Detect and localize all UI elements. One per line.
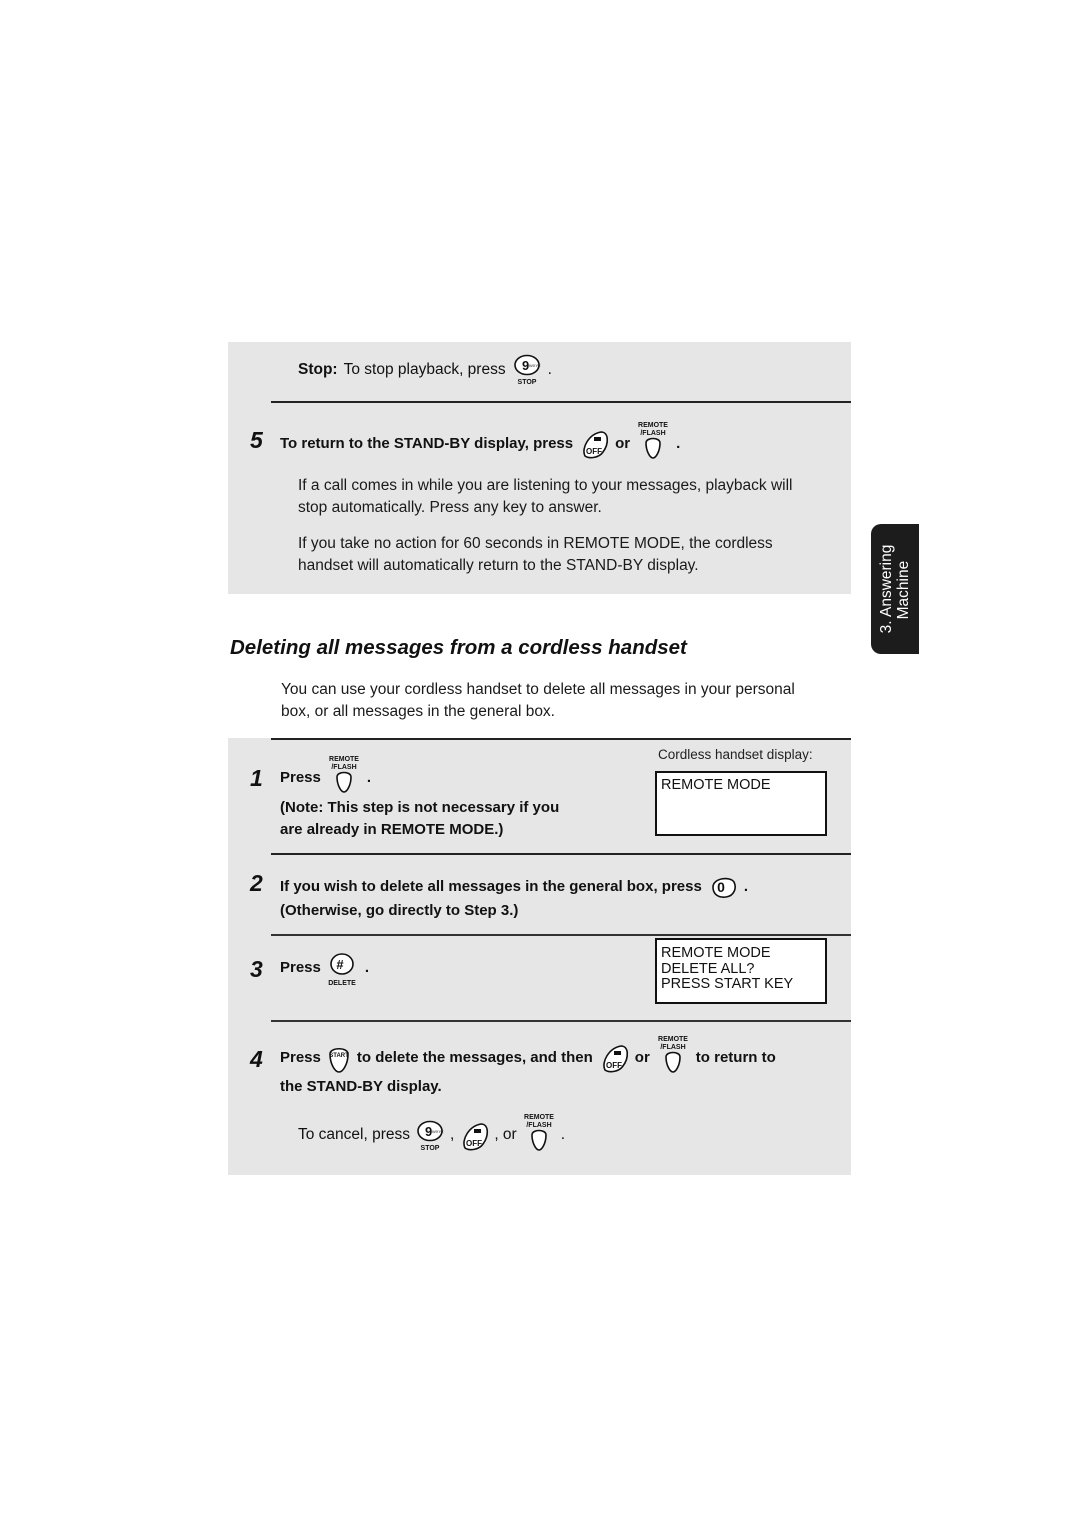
section-intro: You can use your cordless handset to del…: [281, 681, 795, 720]
stop-key-icon: 9 WXYZ STOP: [415, 1120, 445, 1152]
display-caption: Cordless handset display:: [658, 747, 813, 762]
svg-text:STOP: STOP: [421, 1145, 440, 1152]
svg-text:/FLASH: /FLASH: [331, 764, 356, 771]
step-3-number: 3: [250, 956, 263, 982]
step-5-number: 5: [250, 427, 263, 453]
step-2-note: (Otherwise, go directly to Step 3.): [280, 902, 519, 919]
remote-flash-key-icon: REMOTE /FLASH: [327, 754, 361, 794]
svg-text:WXYZ: WXYZ: [432, 1129, 444, 1134]
stop-key-icon: 9 WXYZ STOP: [512, 354, 542, 386]
step-5-text: To return to the STAND-BY display, press…: [280, 420, 680, 460]
svg-text:DELETE: DELETE: [328, 980, 356, 987]
paragraph-incoming-call: If a call comes in while you are listeni…: [298, 477, 793, 516]
svg-text:REMOTE: REMOTE: [658, 1036, 688, 1043]
svg-text:OFF: OFF: [606, 1061, 622, 1070]
paragraph-timeout: If you take no action for 60 seconds in …: [298, 535, 773, 574]
remote-flash-key-icon: REMOTE /FLASH: [636, 420, 670, 460]
svg-text:/FLASH: /FLASH: [526, 1122, 551, 1129]
chapter-tab-label: 3. Answering Machine: [878, 544, 912, 634]
delete-steps-panel: Cordless handset display: 1 Press REMOTE…: [228, 738, 851, 1175]
off-key-icon: OFF: [459, 1120, 489, 1152]
step-4-number: 4: [250, 1046, 263, 1072]
divider: [271, 401, 851, 403]
off-key-icon: OFF: [599, 1042, 629, 1074]
handset-display-3: REMOTE MODE DELETE ALL? PRESS START KEY: [655, 938, 827, 1004]
divider: [271, 738, 851, 740]
step-4-text: Press START to delete the messages, and …: [280, 1034, 776, 1074]
step-1-number: 1: [250, 765, 263, 791]
remote-flash-key-icon: REMOTE /FLASH: [656, 1034, 690, 1074]
cancel-instruction: To cancel, press 9 WXYZ STOP , OFF , or …: [298, 1112, 566, 1152]
svg-text:REMOTE: REMOTE: [638, 422, 668, 429]
step-2-text: If you wish to delete all messages in th…: [280, 874, 748, 900]
delete-key-icon: # DELETE: [327, 952, 359, 988]
svg-text:OFF: OFF: [466, 1139, 482, 1148]
stop-text: To stop playback, press: [343, 361, 506, 378]
chapter-tab[interactable]: 3. Answering Machine: [871, 524, 919, 654]
step-1-note: (Note: This step is not necessary if you…: [280, 799, 560, 838]
remote-flash-key-icon: REMOTE /FLASH: [522, 1112, 556, 1152]
step-1-text: Press REMOTE /FLASH .: [280, 754, 371, 794]
svg-text:/FLASH: /FLASH: [660, 1044, 685, 1051]
stop-label: Stop:: [298, 361, 338, 378]
stop-instruction: Stop: To stop playback, press 9 WXYZ STO…: [298, 354, 552, 386]
section-title: Deleting all messages from a cordless ha…: [230, 636, 687, 659]
step-3-text: Press # DELETE .: [280, 952, 369, 988]
svg-text:REMOTE: REMOTE: [524, 1114, 554, 1121]
zero-key-icon: 0: [708, 874, 738, 900]
divider: [271, 853, 851, 855]
svg-text:OFF: OFF: [586, 447, 602, 456]
playback-instructions-panel: Stop: To stop playback, press 9 WXYZ STO…: [228, 342, 851, 594]
step-2-number: 2: [250, 870, 263, 896]
off-key-icon: OFF: [579, 428, 609, 460]
step-4-line2: the STAND-BY display.: [280, 1078, 442, 1095]
svg-text:START: START: [329, 1053, 349, 1059]
divider: [271, 934, 851, 936]
svg-text:STOP: STOP: [517, 379, 536, 386]
svg-text:/FLASH: /FLASH: [640, 430, 665, 437]
svg-text:REMOTE: REMOTE: [329, 756, 359, 763]
handset-display-1: REMOTE MODE: [655, 771, 827, 836]
start-key-icon: START: [327, 1044, 351, 1074]
svg-text:0: 0: [717, 879, 725, 895]
svg-text:WXYZ: WXYZ: [529, 363, 541, 368]
svg-text:#: #: [336, 957, 344, 972]
divider: [271, 1020, 851, 1022]
